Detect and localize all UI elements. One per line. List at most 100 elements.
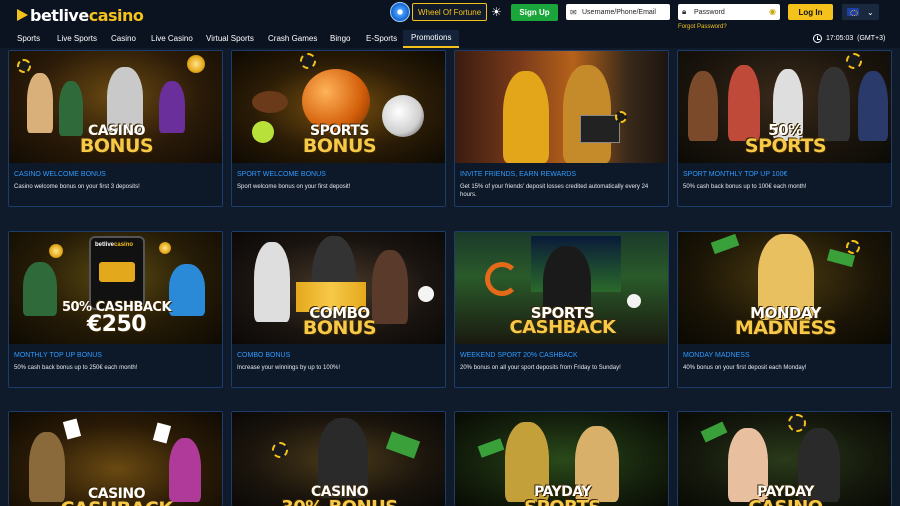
promo-banner[interactable]: PAYDAY CASINO bbox=[678, 412, 891, 506]
clock-time: 17:05:03 bbox=[826, 35, 854, 42]
chip-icon bbox=[17, 59, 31, 73]
promo-title[interactable]: SPORT MONTHLY TOP UP 100€ bbox=[683, 171, 787, 178]
nav-live-casino[interactable]: Live Casino bbox=[151, 34, 193, 43]
promo-banner[interactable]: PAYDAY SPORTS bbox=[455, 412, 668, 506]
wheel-of-fortune[interactable]: Wheel Of Fortune bbox=[390, 2, 488, 22]
clock: 17:05:03 (GMT+3) bbox=[813, 34, 885, 43]
username-placeholder: Username/Phone/Email bbox=[582, 8, 656, 16]
chip-icon bbox=[846, 53, 862, 69]
promo-title[interactable]: SPORT WELCOME BONUS bbox=[237, 171, 326, 178]
promo-card-monthly-topup[interactable]: betlivecasino 50% CASHBACK €250 MONTHLY … bbox=[8, 231, 223, 388]
site-logo[interactable]: betlivecasino bbox=[17, 6, 144, 25]
promo-description: 40% bonus on your first deposit each Mon… bbox=[683, 365, 807, 371]
banner-line-2: CASHBACK bbox=[9, 498, 222, 506]
banknote-icon bbox=[385, 431, 421, 459]
banknote-icon bbox=[477, 438, 505, 458]
banner-line-2: €250 bbox=[86, 312, 147, 337]
top-header: betlivecasino Wheel Of Fortune ☀ Sign Up… bbox=[0, 0, 900, 30]
eu-flag-icon bbox=[847, 8, 859, 16]
banner-line-2: SPORTS bbox=[744, 135, 827, 157]
promo-title[interactable]: WEEKEND SPORT 20% CASHBACK bbox=[460, 352, 578, 359]
promo-title[interactable]: INVITE FRIENDS, EARN REWARDS bbox=[460, 171, 576, 178]
password-input[interactable]: 🔒︎ Password ◉ bbox=[678, 4, 780, 20]
logo-arrow-icon bbox=[17, 9, 28, 21]
promo-banner[interactable]: MONDAY MADNESS bbox=[678, 232, 891, 344]
wheel-of-fortune-button[interactable]: Wheel Of Fortune bbox=[412, 3, 488, 21]
promo-banner[interactable]: SPORTS BONUS bbox=[232, 51, 445, 163]
promo-banner[interactable]: SPORTS CASHBACK bbox=[455, 232, 668, 344]
promo-card-invite-friends[interactable]: INVITE FRIENDS, EARN REWARDS Get 15% of … bbox=[454, 50, 669, 207]
promo-description: 20% bonus on all your sport deposits fro… bbox=[460, 365, 621, 371]
phone-logo-text: betlivecasino bbox=[95, 242, 134, 248]
volleyball-icon bbox=[418, 286, 434, 302]
playing-card-icon bbox=[62, 418, 82, 440]
promo-banner[interactable]: CASINO CASHBACK bbox=[9, 412, 222, 506]
promo-card-payday-sports[interactable]: PAYDAY SPORTS bbox=[454, 411, 669, 506]
promo-description: 50% cash back bonus up to 100€ each mont… bbox=[683, 184, 807, 190]
banner-line-2: CASHBACK bbox=[509, 317, 616, 338]
promo-banner[interactable]: CASINO BONUS bbox=[9, 51, 222, 163]
banner-line-2: BONUS bbox=[79, 135, 154, 157]
nav-crash-games[interactable]: Crash Games bbox=[268, 34, 317, 43]
nav-casino[interactable]: Casino bbox=[111, 34, 136, 43]
promo-description: 50% cash back bonus up to 250€ each mont… bbox=[14, 365, 138, 371]
banknote-icon bbox=[700, 421, 728, 443]
promo-card-casino-cashback[interactable]: CASINO CASHBACK bbox=[8, 411, 223, 506]
chip-icon bbox=[300, 53, 316, 69]
football-icon bbox=[252, 91, 288, 113]
promo-card-casino-welcome[interactable]: CASINO BONUS CASINO WELCOME BONUS Casino… bbox=[8, 50, 223, 207]
promo-card-weekend-cashback[interactable]: SPORTS CASHBACK WEEKEND SPORT 20% CASHBA… bbox=[454, 231, 669, 388]
man-figure bbox=[563, 65, 611, 163]
promo-card-sport-welcome[interactable]: SPORTS BONUS SPORT WELCOME BONUS Sport w… bbox=[231, 50, 446, 207]
promo-card-casino-30-bonus[interactable]: CASINO 30% BONUS bbox=[231, 411, 446, 506]
signup-button[interactable]: Sign Up bbox=[511, 4, 558, 21]
nav-virtual-sports[interactable]: Virtual Sports bbox=[206, 34, 254, 43]
promo-card-sport-monthly[interactable]: 50% SPORTS SPORT MONTHLY TOP UP 100€ 50%… bbox=[677, 50, 892, 207]
nav-sports[interactable]: Sports bbox=[17, 34, 40, 43]
chip-icon bbox=[788, 414, 806, 432]
chip-icon bbox=[615, 111, 627, 123]
promo-banner[interactable]: betlivecasino 50% CASHBACK €250 bbox=[9, 232, 222, 344]
promo-card-combo[interactable]: COMBO BONUS COMBO BONUS Increase your wi… bbox=[231, 231, 446, 388]
clock-icon bbox=[813, 34, 822, 43]
nav-live-sports[interactable]: Live Sports bbox=[57, 34, 97, 43]
nav-esports[interactable]: E-Sports bbox=[366, 34, 397, 43]
promo-banner[interactable] bbox=[455, 51, 668, 163]
banner-line-2: MADNESS bbox=[734, 317, 837, 339]
banner-line-2: CASINO bbox=[678, 497, 891, 506]
promo-description: Sport welcome bonus on your first deposi… bbox=[237, 184, 351, 190]
laptop-icon bbox=[580, 115, 620, 143]
nav-promotions[interactable]: Promotions bbox=[411, 33, 451, 42]
language-select[interactable]: ⌄ bbox=[842, 4, 879, 20]
nav-bingo[interactable]: Bingo bbox=[330, 34, 350, 43]
promo-banner[interactable]: COMBO BONUS bbox=[232, 232, 445, 344]
coin-icon bbox=[159, 242, 171, 254]
banner-line-2: BONUS bbox=[302, 135, 377, 157]
chip-icon bbox=[846, 240, 860, 254]
username-input[interactable]: ✉ Username/Phone/Email bbox=[566, 4, 670, 20]
eye-off-icon[interactable]: ◉ bbox=[769, 7, 776, 16]
promo-card-monday-madness[interactable]: MONDAY MADNESS MONDAY MADNESS 40% bonus … bbox=[677, 231, 892, 388]
promo-title[interactable]: CASINO WELCOME BONUS bbox=[14, 171, 106, 178]
woman-figure bbox=[503, 71, 549, 163]
sun-icon[interactable]: ☀ bbox=[491, 6, 503, 18]
wheel-icon bbox=[390, 2, 410, 22]
nav-active-underline bbox=[403, 46, 459, 48]
promo-banner[interactable]: CASINO 30% BONUS bbox=[232, 412, 445, 506]
login-button[interactable]: Log In bbox=[788, 4, 833, 20]
cashback-arrow-icon bbox=[485, 262, 519, 296]
banner-line-2: BONUS bbox=[302, 317, 377, 339]
coin-icon bbox=[187, 55, 205, 73]
banner-line-2: SPORTS bbox=[455, 497, 668, 506]
chip-icon bbox=[272, 442, 288, 458]
promo-description: Increase your winnings by up to 100%! bbox=[237, 365, 341, 371]
clock-timezone: (GMT+3) bbox=[857, 35, 886, 42]
promo-title[interactable]: COMBO BONUS bbox=[237, 352, 290, 359]
promo-title[interactable]: MONTHLY TOP UP BONUS bbox=[14, 352, 102, 359]
promo-description: Get 15% of your friends' deposit losses … bbox=[460, 184, 649, 198]
promo-banner[interactable]: 50% SPORTS bbox=[678, 51, 891, 163]
promo-card-payday-casino[interactable]: PAYDAY CASINO bbox=[677, 411, 892, 506]
banknote-icon bbox=[710, 233, 740, 255]
promo-title[interactable]: MONDAY MADNESS bbox=[683, 352, 750, 359]
cash-icon bbox=[99, 262, 135, 282]
